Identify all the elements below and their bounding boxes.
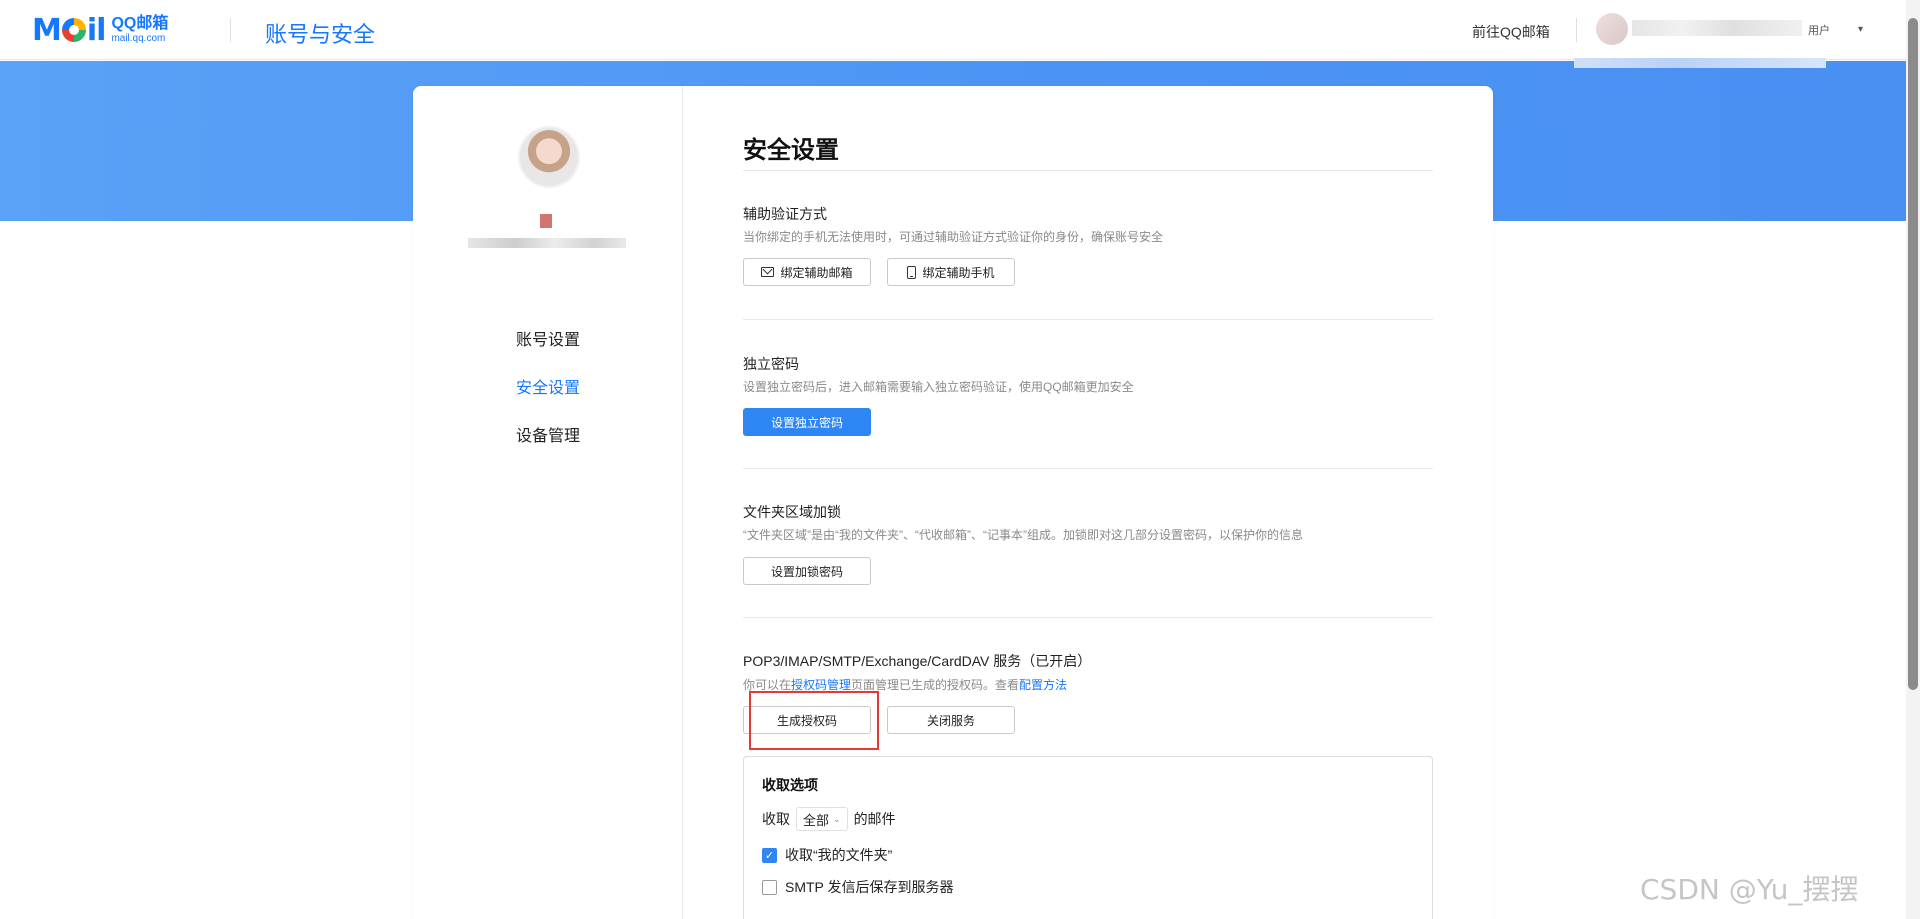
sidebar-item-security-settings[interactable]: 安全设置: [413, 374, 683, 398]
profile-name-blurred: [540, 214, 552, 228]
page-title: 安全设置: [743, 137, 839, 164]
top-bar: Mil QQ邮箱 mail.qq.com 账号与安全 前往QQ邮箱 用户 ▾: [0, 0, 1920, 60]
user-suffix: 用户: [1808, 25, 1830, 37]
close-service-button[interactable]: 关闭服务: [887, 706, 1015, 734]
phone-icon: [907, 265, 917, 279]
mail-icon: [761, 267, 775, 277]
aux-verify-title: 辅助验证方式: [743, 206, 827, 222]
set-lock-password-button[interactable]: 设置加锁密码: [743, 557, 871, 585]
sidebar: 账号设置 安全设置 设备管理: [413, 86, 683, 919]
receive-folders-checkbox[interactable]: ✓: [762, 847, 777, 863]
folder-lock-desc: “文件夹区域”是由“我的文件夹”、“代收邮箱”、“记事本”组成。加锁即对这几部分…: [743, 528, 1303, 542]
sidebar-item-device-management[interactable]: 设备管理: [413, 422, 683, 446]
scrollbar-thumb[interactable]: [1908, 18, 1918, 690]
chevron-down-icon[interactable]: ▾: [1858, 24, 1863, 35]
profile-email-blurred: [468, 238, 626, 248]
user-name-blurred[interactable]: [1632, 20, 1802, 36]
receive-scope-select[interactable]: 全部 ⌄: [796, 807, 848, 831]
receive-options-title: 收取选项: [762, 777, 818, 793]
receive-options-panel: 收取选项 收取 全部 ⌄ 的邮件 ✓ 收取“我的文件夹” SMTP 发信后保存到服…: [743, 756, 1433, 919]
bind-aux-phone-button[interactable]: 绑定辅助手机: [887, 258, 1015, 286]
logo-domain-text: mail.qq.com: [111, 33, 166, 44]
folder-lock-title: 文件夹区域加锁: [743, 504, 841, 520]
page-header-title: 账号与安全: [265, 22, 376, 47]
section-divider: [743, 468, 1433, 469]
receive-folders-row: ✓ 收取“我的文件夹”: [762, 845, 892, 865]
goto-qq-mail-link[interactable]: 前往QQ邮箱: [1472, 22, 1550, 42]
receive-scope-row: 收取 全部 ⌄ 的邮件: [762, 807, 896, 831]
smtp-save-row: SMTP 发信后保存到服务器: [762, 877, 954, 897]
sidebar-item-account-settings[interactable]: 账号设置: [413, 326, 683, 350]
config-method-link[interactable]: 配置方法: [1019, 678, 1067, 692]
csdn-watermark: CSDN @Yu_摆摆: [1640, 873, 1859, 906]
title-divider: [743, 170, 1433, 171]
user-info-blurred: [1574, 58, 1826, 68]
section-divider: [743, 319, 1433, 320]
auth-code-management-link[interactable]: 授权码管理: [791, 678, 851, 692]
annotation-highlight-box: [749, 691, 879, 750]
qq-mail-logo[interactable]: Mil QQ邮箱 mail.qq.com: [32, 13, 169, 48]
section-divider: [743, 617, 1433, 618]
set-independent-password-button[interactable]: 设置独立密码: [743, 408, 871, 436]
settings-card: 账号设置 安全设置 设备管理 安全设置 辅助验证方式 当你绑定的手机无法使用时，…: [413, 86, 1493, 919]
scrollbar[interactable]: [1906, 0, 1920, 919]
user-avatar[interactable]: [1596, 13, 1628, 45]
chevron-down-icon: ⌄: [833, 813, 841, 824]
independent-password-desc: 设置独立密码后，进入邮箱需要输入独立密码验证，使用QQ邮箱更加安全: [743, 380, 1134, 394]
pop3-service-title: POP3/IMAP/SMTP/Exchange/CardDAV 服务（已开启）: [743, 653, 1092, 669]
logo-qq-text: QQ邮箱: [111, 15, 169, 32]
profile-avatar: [518, 126, 580, 188]
header-divider-right: [1576, 18, 1577, 42]
header-divider: [230, 18, 231, 42]
bind-aux-email-button[interactable]: 绑定辅助邮箱: [743, 258, 871, 286]
independent-password-title: 独立密码: [743, 356, 799, 372]
aux-verify-desc: 当你绑定的手机无法使用时，可通过辅助验证方式验证你的身份，确保账号安全: [743, 230, 1164, 244]
smtp-save-checkbox[interactable]: [762, 879, 777, 895]
logo-o-icon: [61, 17, 86, 42]
